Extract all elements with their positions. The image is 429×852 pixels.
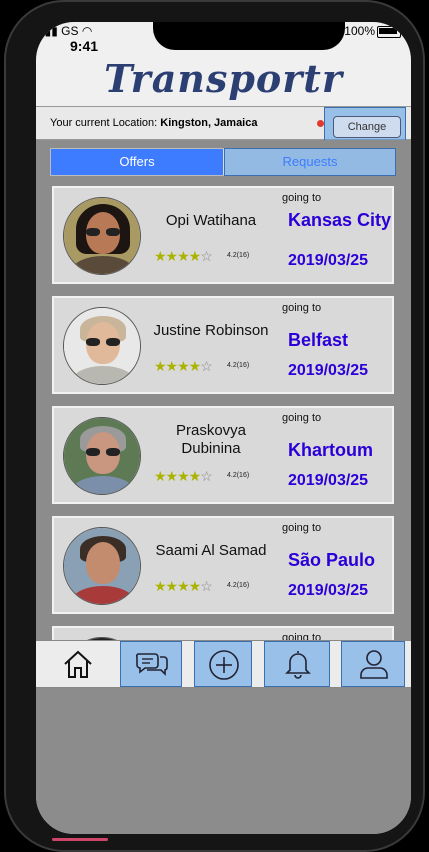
chat-icon xyxy=(135,653,168,676)
offer-card[interactable]: Saami Al Samad ★★★★☆ 4.2(16) going to Sã… xyxy=(52,516,394,614)
location-text: Your current Location: Kingston, Jamaica xyxy=(50,117,258,129)
offer-card[interactable]: Justine Robinson ★★★★☆ 4.2(16) going to … xyxy=(52,296,394,394)
rating-value: 4.2(16) xyxy=(227,252,250,259)
trip-date: 2019/03/25 xyxy=(288,252,369,269)
rating-stars: ★★★★☆ xyxy=(154,578,213,594)
rating-stars: ★★★★☆ xyxy=(154,358,213,374)
driver-name: Justine Robinson xyxy=(153,322,269,339)
phone-frame: ▮▮▮ GS ◠ 9:41 100% Transportr Your curre… xyxy=(4,0,425,852)
avatar xyxy=(63,417,141,495)
change-location-button[interactable]: Change xyxy=(333,116,401,138)
trip-date: 2019/03/25 xyxy=(288,362,369,379)
offer-card[interactable]: Opi Watihana ★★★★☆ 4.2(16) going to Kans… xyxy=(52,186,394,284)
add-icon xyxy=(209,650,239,680)
going-to-label: going to xyxy=(282,632,322,640)
location-status-dot xyxy=(317,120,324,127)
trip-date: 2019/03/25 xyxy=(288,472,369,489)
destination: São Paulo xyxy=(288,550,376,570)
offers-list-area[interactable]: Offers Requests Opi Watihana ★★★★☆ 4.2(1… xyxy=(36,140,411,640)
avatar xyxy=(63,197,141,275)
battery-icon xyxy=(377,25,401,38)
nav-profile[interactable] xyxy=(341,641,405,687)
rating-value: 4.2(16) xyxy=(227,472,250,479)
rating-value: 4.2(16) xyxy=(227,362,250,369)
nav-home[interactable] xyxy=(50,641,106,687)
bottom-nav xyxy=(36,640,411,688)
nav-notifications[interactable] xyxy=(264,641,330,687)
driver-name: Praskovya Dubinina xyxy=(175,422,247,457)
home-indicator xyxy=(52,838,108,841)
going-to-label: going to xyxy=(282,302,322,314)
destination: Kansas City xyxy=(288,210,392,230)
destination: Belfast xyxy=(288,330,349,350)
notch xyxy=(153,22,345,50)
destination: Khartoum xyxy=(288,440,373,460)
tab-offers[interactable]: Offers xyxy=(51,149,223,175)
avatar xyxy=(63,307,141,385)
avatar xyxy=(63,527,141,605)
offer-card[interactable]: going to xyxy=(52,626,394,640)
bell-icon xyxy=(285,651,311,679)
user-icon xyxy=(360,650,388,679)
empty-area xyxy=(36,688,411,834)
going-to-label: going to xyxy=(282,412,322,424)
driver-name: Saami Al Samad xyxy=(155,542,267,559)
rating-stars: ★★★★☆ xyxy=(154,248,213,264)
location-bar: Your current Location: Kingston, Jamaica… xyxy=(36,106,411,145)
home-icon xyxy=(64,650,92,678)
offer-card[interactable]: Praskovya Dubinina ★★★★☆ 4.2(16) going t… xyxy=(52,406,394,504)
driver-name: Opi Watihana xyxy=(165,212,257,229)
carrier-label: ▮▮▮ GS ◠ xyxy=(38,24,93,38)
rating-stars: ★★★★☆ xyxy=(154,468,213,484)
going-to-label: going to xyxy=(282,522,322,534)
nav-messages[interactable] xyxy=(120,641,182,687)
clock: 9:41 xyxy=(70,38,99,54)
app-logo: Transportr xyxy=(104,56,343,101)
going-to-label: going to xyxy=(282,192,322,204)
trip-date: 2019/03/25 xyxy=(288,582,369,599)
battery-status: 100% xyxy=(344,24,401,38)
current-location: Kingston, Jamaica xyxy=(160,117,258,129)
nav-add[interactable] xyxy=(194,641,252,687)
screen: ▮▮▮ GS ◠ 9:41 100% Transportr Your curre… xyxy=(36,22,411,834)
tab-requests[interactable]: Requests xyxy=(224,148,396,176)
tab-bar: Offers Requests xyxy=(50,148,396,176)
rating-value: 4.2(16) xyxy=(227,582,250,589)
